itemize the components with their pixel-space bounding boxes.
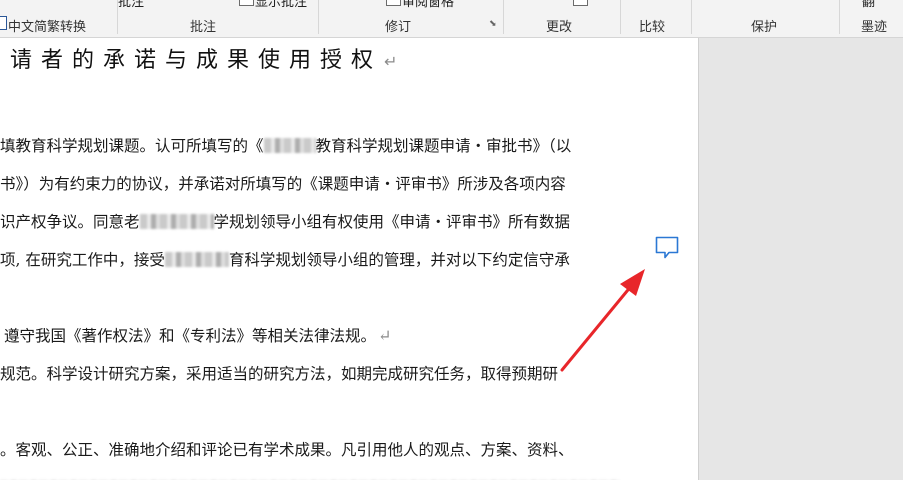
comment-margin-pane	[698, 38, 903, 480]
review-pane-button[interactable]: 审阅窗格	[402, 0, 454, 10]
comment-balloon-icon[interactable]	[654, 235, 680, 261]
ribbon-separator	[503, 0, 504, 34]
redacted-text	[139, 214, 214, 229]
group-label-ink: 墨迹	[861, 20, 888, 35]
group-label-compare: 比较	[639, 20, 666, 35]
show-comments-icon	[239, 0, 254, 6]
group-label-track-changes: 修订	[385, 20, 412, 35]
text-line[interactable]: 项, 在研究工作中，接受 育科学规划领导小组的管理，并对以下约定信守承	[0, 248, 570, 270]
text-line[interactable]: 填教育科学规划课题。认可所填写的《 教育科学规划课题申请・审批书》（以	[0, 134, 571, 156]
group-label-changes: 更改	[546, 20, 573, 35]
comment-button[interactable]: 批注	[118, 0, 144, 10]
text-line[interactable]: 规范。科学设计研究方案，采用适当的研究方法，如期完成研究任务，取得预期研	[0, 362, 558, 384]
convert-button[interactable]: 中文简繁转换	[8, 16, 86, 35]
ribbon-separator	[839, 0, 840, 34]
redacted-text	[263, 138, 316, 153]
text-run: 识产权争议。同意老	[0, 213, 140, 231]
paragraph-mark: ↵	[378, 326, 392, 345]
show-comments-button[interactable]: 显示批注	[255, 0, 307, 10]
text-run: 填教育科学规划课题。认可所填写的《	[0, 137, 264, 155]
text-line-partial	[0, 470, 620, 480]
document-page[interactable]: 请者的承诺与成果使用授权 ↵ 填教育科学规划课题。认可所填写的《 教育科学规划课题申…	[0, 38, 698, 480]
ribbon-separator	[620, 0, 621, 34]
text-run: 教育科学规划课题申请・审批书》（以	[315, 137, 572, 155]
page-title: 请者的承诺与成果使用授权 ↵	[10, 42, 397, 74]
text-run: 项, 在研究工作中，接受	[0, 251, 165, 269]
text-line[interactable]: 。客观、公正、准确地介绍和评论已有学术成果。凡引用他人的观点、方案、资料、	[0, 438, 574, 460]
ribbon-toolbar: 批注 显示批注 审阅窗格 翻 中文简繁转换 批注 修订 ⬊ 更改 比较 保护 墨…	[0, 0, 903, 38]
text-run: 学规划领导小组有权使用《申请・评审书》所有数据	[213, 213, 571, 231]
text-run: 遵守我国《著作权法》和《专利法》等相关法律法规。	[4, 327, 377, 345]
convert-doc-icon	[0, 16, 7, 30]
text-line[interactable]: 遵守我国《著作权法》和《专利法》等相关法律法规。 ↵	[4, 324, 391, 346]
ink-tool-button[interactable]: 翻	[862, 0, 875, 10]
ribbon-separator	[318, 0, 319, 34]
review-pane-icon	[386, 0, 401, 6]
text-run: 书》）为有约束力的协议，并承诺对所填写的《课题申请・评审书》所涉及各项内容	[0, 175, 566, 193]
text-run: 育科学规划领导小组的管理，并对以下约定信守承	[228, 251, 570, 269]
change-tool-icon	[573, 0, 588, 6]
group-label-comments: 批注	[190, 20, 217, 35]
paragraph-mark: ↵	[384, 52, 398, 71]
text-run: 规范。科学设计研究方案，采用适当的研究方法，如期完成研究任务，取得预期研	[0, 365, 559, 383]
text-line[interactable]: 书》）为有约束力的协议，并承诺对所填写的《课题申请・评审书》所涉及各项内容	[0, 172, 566, 194]
ribbon-separator	[117, 0, 118, 34]
text-line[interactable]: 识产权争议。同意老 学规划领导小组有权使用《申请・评审书》所有数据	[0, 210, 570, 232]
redacted-text	[164, 252, 229, 267]
text-run: 。客观、公正、准确地介绍和评论已有学术成果。凡引用他人的观点、方案、资料、	[0, 441, 574, 459]
title-text: 请者的承诺与成果使用授权	[10, 48, 383, 73]
group-label-protect: 保护	[751, 20, 778, 35]
ribbon-separator	[691, 0, 692, 34]
dialog-launcher-icon[interactable]: ⬊	[489, 20, 497, 29]
